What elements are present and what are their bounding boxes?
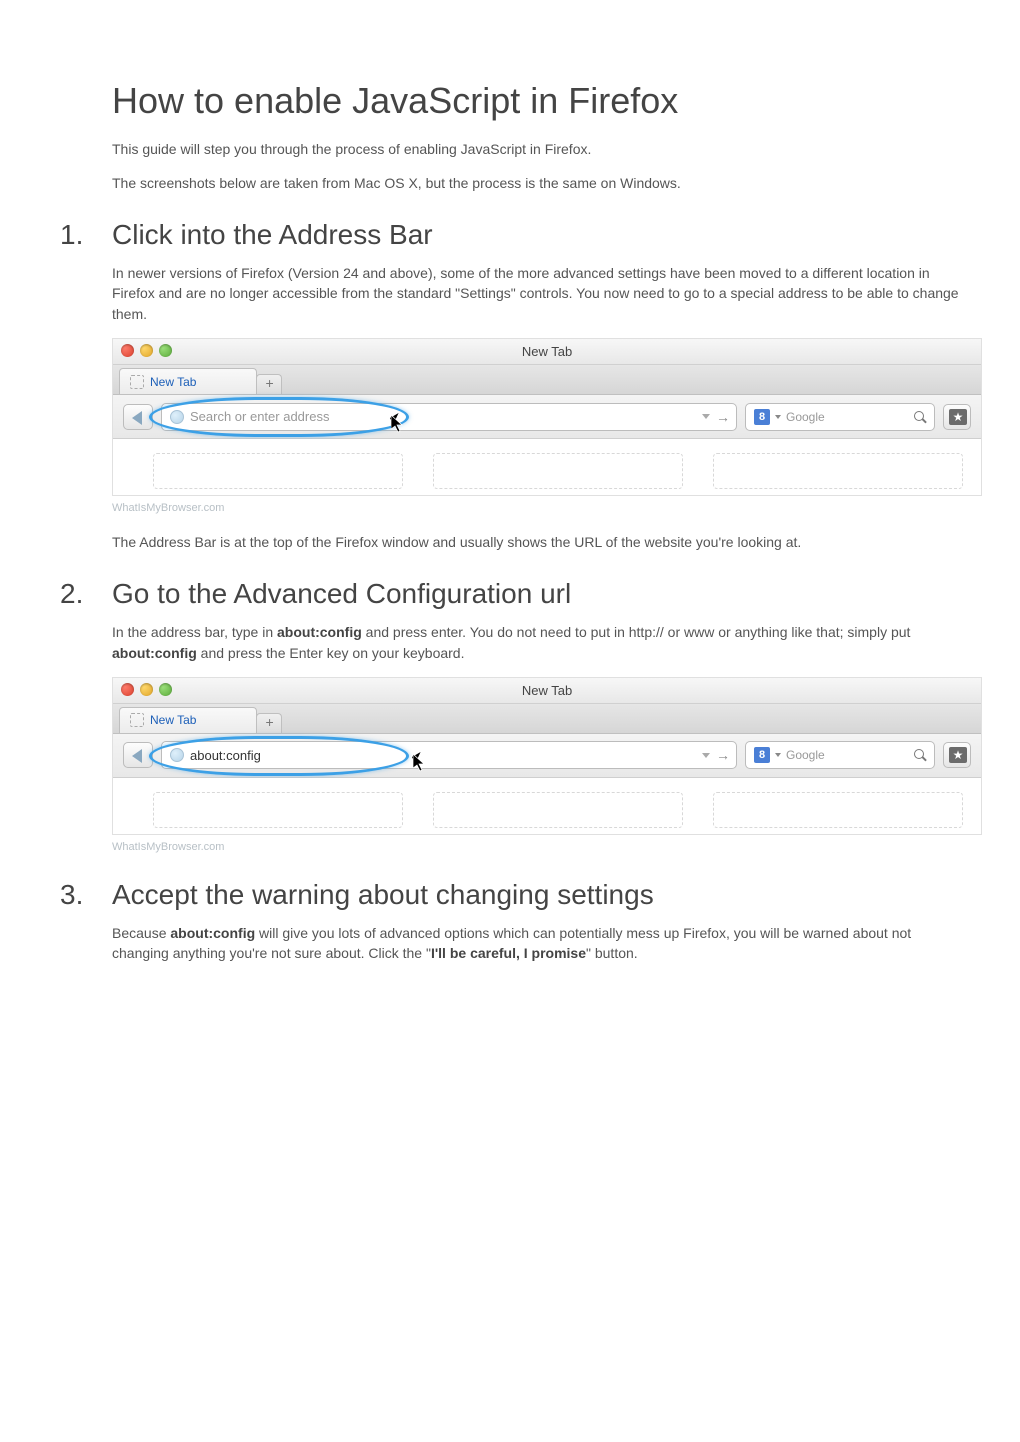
bookmarks-button[interactable]: ★ xyxy=(943,404,971,430)
address-right-controls: → xyxy=(702,409,730,425)
page-title: How to enable JavaScript in Firefox xyxy=(112,80,960,122)
step-1-heading: 1. Click into the Address Bar xyxy=(60,219,960,251)
new-tab-button[interactable] xyxy=(256,374,282,394)
address-right-controls: → xyxy=(702,747,730,763)
search-engine-badge-icon: 8 xyxy=(754,747,770,763)
go-arrow-icon[interactable]: → xyxy=(716,747,730,763)
tab-favicon-icon xyxy=(130,713,144,727)
close-icon[interactable] xyxy=(121,344,134,357)
step-1-title: Click into the Address Bar xyxy=(112,219,433,251)
step-2-heading: 2. Go to the Advanced Configuration url xyxy=(60,578,960,610)
intro-paragraph-2: The screenshots below are taken from Mac… xyxy=(112,174,960,194)
thumbnail-tile xyxy=(153,792,403,828)
step-3-intro: Because about:config will give you lots … xyxy=(112,923,960,964)
step-2-number: 2. xyxy=(60,578,112,610)
thumbnail-tile xyxy=(713,792,963,828)
tab-favicon-icon xyxy=(130,375,144,389)
step-1-number: 1. xyxy=(60,219,112,251)
step-3-heading: 3. Accept the warning about changing set… xyxy=(60,879,960,911)
address-placeholder: Search or enter address xyxy=(190,409,329,424)
site-identity-icon xyxy=(170,748,184,762)
window-titlebar: New Tab xyxy=(113,678,981,704)
tab-strip: New Tab xyxy=(113,704,981,734)
toolbar: Search or enter address → 8 Google ★ xyxy=(113,395,981,439)
search-icon[interactable] xyxy=(914,749,926,761)
window-title: New Tab xyxy=(522,344,572,359)
minimize-icon[interactable] xyxy=(140,683,153,696)
browser-tab[interactable]: New Tab xyxy=(119,707,257,733)
search-engine-label: Google xyxy=(786,748,825,762)
content-area xyxy=(113,439,981,495)
address-bar[interactable]: about:config → xyxy=(161,741,737,769)
tab-strip: New Tab xyxy=(113,365,981,395)
search-box[interactable]: 8 Google xyxy=(745,741,935,769)
address-bar[interactable]: Search or enter address → xyxy=(161,403,737,431)
step-2-screenshot: New Tab New Tab about:config → 8 xyxy=(112,677,960,835)
toolbar: about:config → 8 Google ★ xyxy=(113,734,981,778)
browser-tab[interactable]: New Tab xyxy=(119,368,257,394)
address-value: about:config xyxy=(190,748,261,763)
search-engine-dropdown-icon[interactable] xyxy=(775,753,781,757)
thumbnail-tile xyxy=(433,453,683,489)
tab-label: New Tab xyxy=(150,713,196,727)
close-icon[interactable] xyxy=(121,683,134,696)
traffic-lights xyxy=(121,344,172,357)
search-engine-badge-icon: 8 xyxy=(754,409,770,425)
search-icon[interactable] xyxy=(914,411,926,423)
history-dropdown-icon[interactable] xyxy=(702,753,710,758)
step-1-outro: The Address Bar is at the top of the Fir… xyxy=(112,532,960,552)
step-2-title: Go to the Advanced Configuration url xyxy=(112,578,571,610)
zoom-icon[interactable] xyxy=(159,683,172,696)
back-button[interactable] xyxy=(123,742,153,768)
zoom-icon[interactable] xyxy=(159,344,172,357)
search-engine-dropdown-icon[interactable] xyxy=(775,415,781,419)
thumbnail-tile xyxy=(153,453,403,489)
content-area xyxy=(113,778,981,834)
step-3-title: Accept the warning about changing settin… xyxy=(112,879,654,911)
step-3-number: 3. xyxy=(60,879,112,911)
screenshot-watermark: WhatIsMyBrowser.com xyxy=(112,841,960,853)
step-2-intro: In the address bar, type in about:config… xyxy=(112,622,960,663)
search-box[interactable]: 8 Google xyxy=(745,403,935,431)
back-button[interactable] xyxy=(123,404,153,430)
step-1-screenshot: New Tab New Tab Search or enter address … xyxy=(112,338,960,496)
go-arrow-icon[interactable]: → xyxy=(716,409,730,425)
tab-label: New Tab xyxy=(150,375,196,389)
history-dropdown-icon[interactable] xyxy=(702,414,710,419)
bookmarks-button[interactable]: ★ xyxy=(943,742,971,768)
window-title: New Tab xyxy=(522,683,572,698)
screenshot-watermark: WhatIsMyBrowser.com xyxy=(112,502,960,514)
thumbnail-tile xyxy=(433,792,683,828)
new-tab-button[interactable] xyxy=(256,713,282,733)
intro-paragraph-1: This guide will step you through the pro… xyxy=(112,140,960,160)
search-engine-label: Google xyxy=(786,410,825,424)
thumbnail-tile xyxy=(713,453,963,489)
minimize-icon[interactable] xyxy=(140,344,153,357)
step-1-intro: In newer versions of Firefox (Version 24… xyxy=(112,263,960,324)
traffic-lights xyxy=(121,683,172,696)
site-identity-icon xyxy=(170,410,184,424)
window-titlebar: New Tab xyxy=(113,339,981,365)
